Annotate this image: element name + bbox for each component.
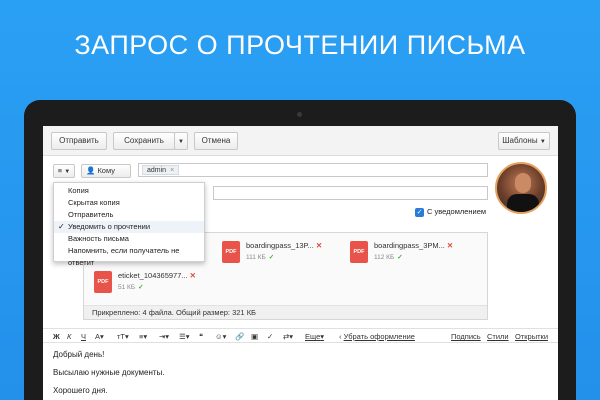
more-button[interactable]: Еще▾ [305,329,324,344]
checkmark-icon: ✓ [138,284,144,291]
pdf-icon: PDF [350,241,368,263]
underline-button[interactable]: Ч [81,329,86,344]
remove-icon[interactable]: ✕ [316,241,322,250]
close-icon[interactable]: × [170,167,174,174]
postcards-link[interactable]: Открытки [515,329,548,344]
body-line: Высылаю нужные документы. [53,368,165,377]
image-icon[interactable]: ▣ [251,329,258,344]
menu-item-importance[interactable]: Важность письма [54,233,204,245]
templates-button[interactable]: Шаблоны ▼ [498,132,550,150]
notify-checkbox-row[interactable]: ✓ С уведомлением [415,206,505,218]
bold-button[interactable]: Ж [53,329,60,344]
recipient-chip-label: admin [147,167,167,174]
body-line: Добрый день! [53,350,105,359]
pdf-icon: PDF [222,241,240,263]
chevron-down-icon: ▼ [178,139,184,145]
attachment-name: boardingpass_13P... [246,241,314,250]
text-color-icon[interactable]: A▾ [95,329,104,344]
quote-icon[interactable]: ❝ [199,329,203,344]
save-button[interactable]: Сохранить [113,132,175,150]
attachment-size: 112 КБ [374,254,395,261]
templates-label: Шаблоны [502,136,538,145]
compose-toolbar: Отправить Сохранить ▼ Отмена Шаблоны ▼ [43,126,558,156]
attachments-summary: Прикреплено: 4 файла. Общий размер: 321 … [84,305,487,319]
indent-icon[interactable]: ⇥▾ [159,329,169,344]
recipient-chip[interactable]: admin × [142,165,180,175]
menu-item-sender[interactable]: Отправитель [54,209,204,221]
body-line: Хорошего дня. [53,386,108,395]
laptop-frame: Отправить Сохранить ▼ Отмена Шаблоны ▼ ≡… [24,100,576,400]
mail-compose-window: Отправить Сохранить ▼ Отмена Шаблоны ▼ ≡… [43,126,558,400]
attachment-item[interactable]: PDF eticket_104365977... ✕ 51 КБ ✓ [94,271,214,301]
more-label: Еще [305,332,321,341]
save-dropdown-button[interactable]: ▼ [174,132,188,150]
to-button[interactable]: 👤 Кому [81,164,131,178]
chevron-down-icon: ▼ [539,139,546,145]
menu-item-label: Отправитель [68,210,114,219]
notify-label: С уведомлением [427,207,487,216]
pdf-icon: PDF [94,271,112,293]
user-icon: 👤 [86,166,96,175]
menu-item-label: Уведомить о прочтении [68,222,151,231]
page-headline: ЗАПРОС О ПРОЧТЕНИИ ПИСЬМА [74,30,526,60]
link-icon[interactable]: 🔗 [235,329,244,344]
attachment-name: boardingpass_3PM... [374,241,445,250]
checkmark-icon: ✓ [58,222,65,231]
menu-item-read-receipt[interactable]: ✓ Уведомить о прочтении [54,221,204,233]
checkmark-icon: ✓ [268,254,275,261]
remove-format-button[interactable]: ‹ Убрать оформление [339,329,415,344]
translate-icon[interactable]: ⇄▾ [283,329,293,344]
notify-checkbox[interactable]: ✓ [415,207,424,217]
formatting-toolbar: Ж К Ч A▾ тT▾ ≡▾ ⇥▾ ☰▾ ❝ ☺▾ 🔗 ▣ ✓ ⇄▾ Еще▾… [43,328,558,343]
menu-item-cc[interactable]: Копия [54,185,204,197]
remove-format-label: Убрать оформление [343,332,415,341]
list-icon: ≡ [57,166,63,175]
signature-link[interactable]: Подпись [451,329,481,344]
attachment-item[interactable]: PDF boardingpass_3PM... ✕ 112 КБ ✓ [350,241,470,271]
send-button[interactable]: Отправить [51,132,107,150]
cancel-button[interactable]: Отмена [194,132,238,150]
menu-item-reminder[interactable]: Напомнить, если получатель не ответит [54,245,204,267]
spellcheck-icon[interactable]: ✓ [267,329,273,344]
recipient-row: ≡ ▼ 👤 Кому admin × [53,163,488,179]
list-icon[interactable]: ☰▾ [179,329,190,344]
avatar-shirt [507,194,539,212]
avatar-head [515,173,531,193]
checkmark-icon: ✓ [397,254,403,261]
attachment-size: 111 КБ [246,254,266,261]
to-field[interactable]: admin × [138,163,488,177]
attachment-name: eticket_104365977... [118,271,188,280]
menu-item-label: Скрытая копия [68,198,120,207]
menu-item-label: Важность письма [68,234,129,243]
chevron-down-icon: ▼ [64,169,71,175]
remove-icon[interactable]: ✕ [190,271,196,280]
subject-field[interactable] [213,186,488,200]
menu-item-bcc[interactable]: Скрытая копия [54,197,204,209]
align-icon[interactable]: ≡▾ [139,329,147,344]
camera-dot [297,112,302,117]
emoji-icon[interactable]: ☺▾ [215,329,226,344]
fields-menu-button[interactable]: ≡ ▼ [53,164,75,178]
italic-button[interactable]: К [67,329,71,344]
styles-link[interactable]: Стили [487,329,509,344]
font-size-icon[interactable]: тT▾ [117,329,129,344]
attachment-size: 51 КБ [118,284,136,291]
remove-icon[interactable]: ✕ [447,241,453,250]
menu-item-label: Копия [68,186,89,195]
fields-dropdown-menu: Копия Скрытая копия Отправитель ✓ Уведоми… [53,182,205,267]
attachment-item[interactable]: PDF boardingpass_13P... ✕ 111 КБ ✓ [222,241,342,271]
to-label: Кому [97,166,115,175]
